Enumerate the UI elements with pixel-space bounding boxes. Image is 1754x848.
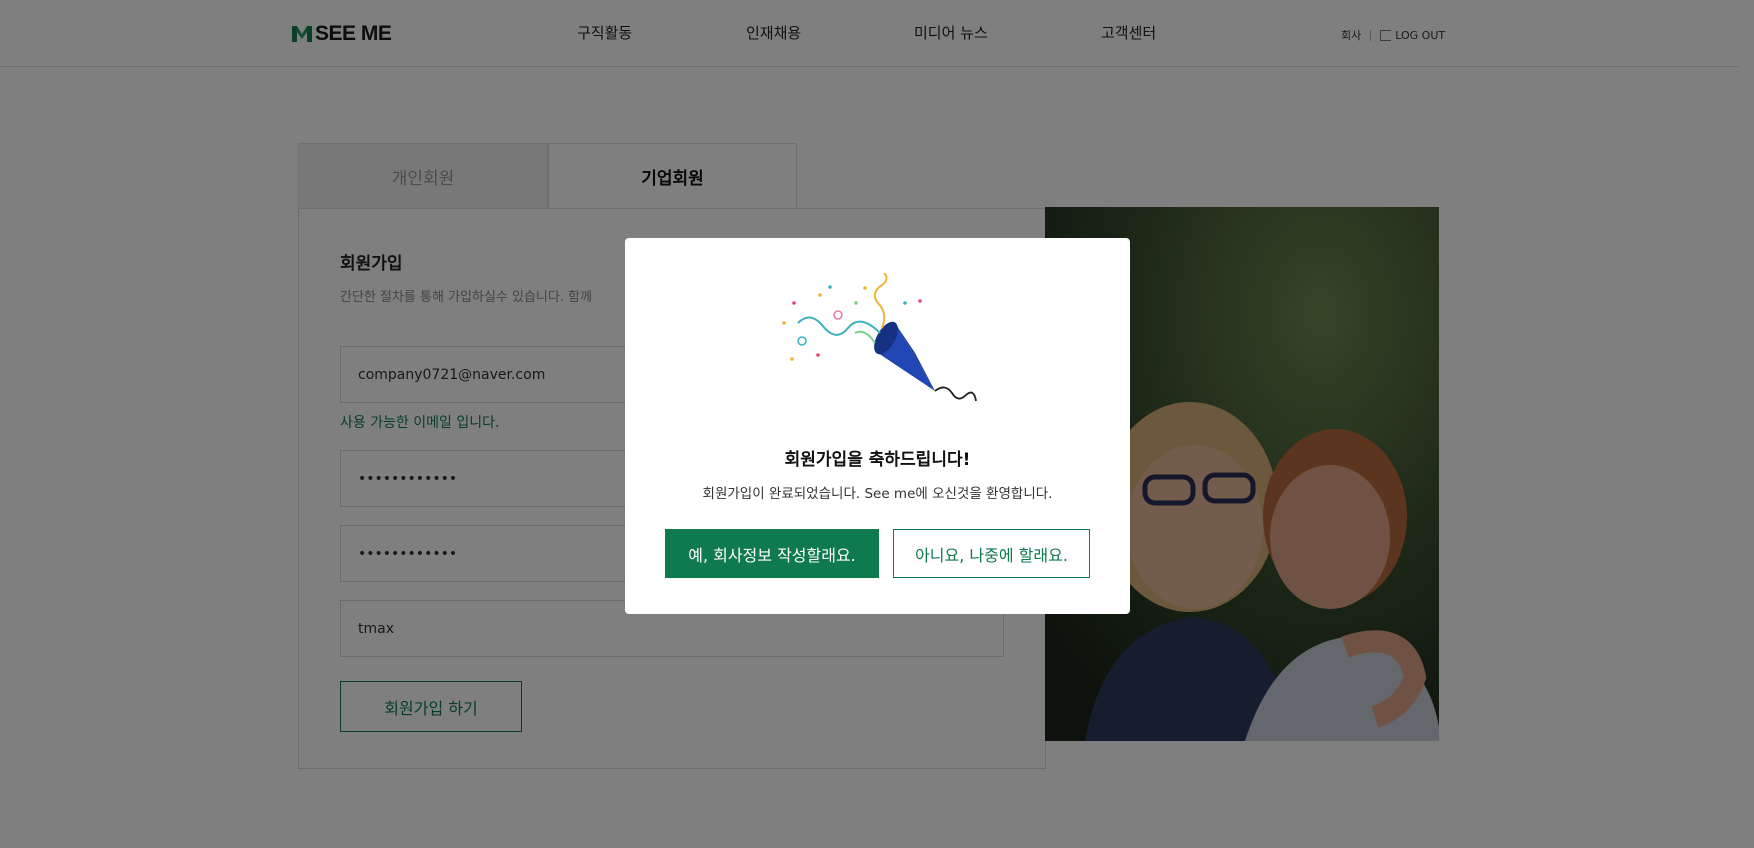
modal-title: 회원가입을 축하드립니다! [784, 450, 971, 470]
signup-success-modal: 회원가입을 축하드립니다! 회원가입이 완료되었습니다. See me에 오신것… [625, 238, 1130, 614]
modal-message: 회원가입이 완료되었습니다. See me에 오신것을 환영합니다. [702, 486, 1053, 502]
fill-company-info-button[interactable]: 예, 회사정보 작성할래요. [665, 529, 879, 578]
later-button[interactable]: 아니요, 나중에 할래요. [893, 529, 1090, 578]
party-popper-icon [782, 273, 977, 402]
